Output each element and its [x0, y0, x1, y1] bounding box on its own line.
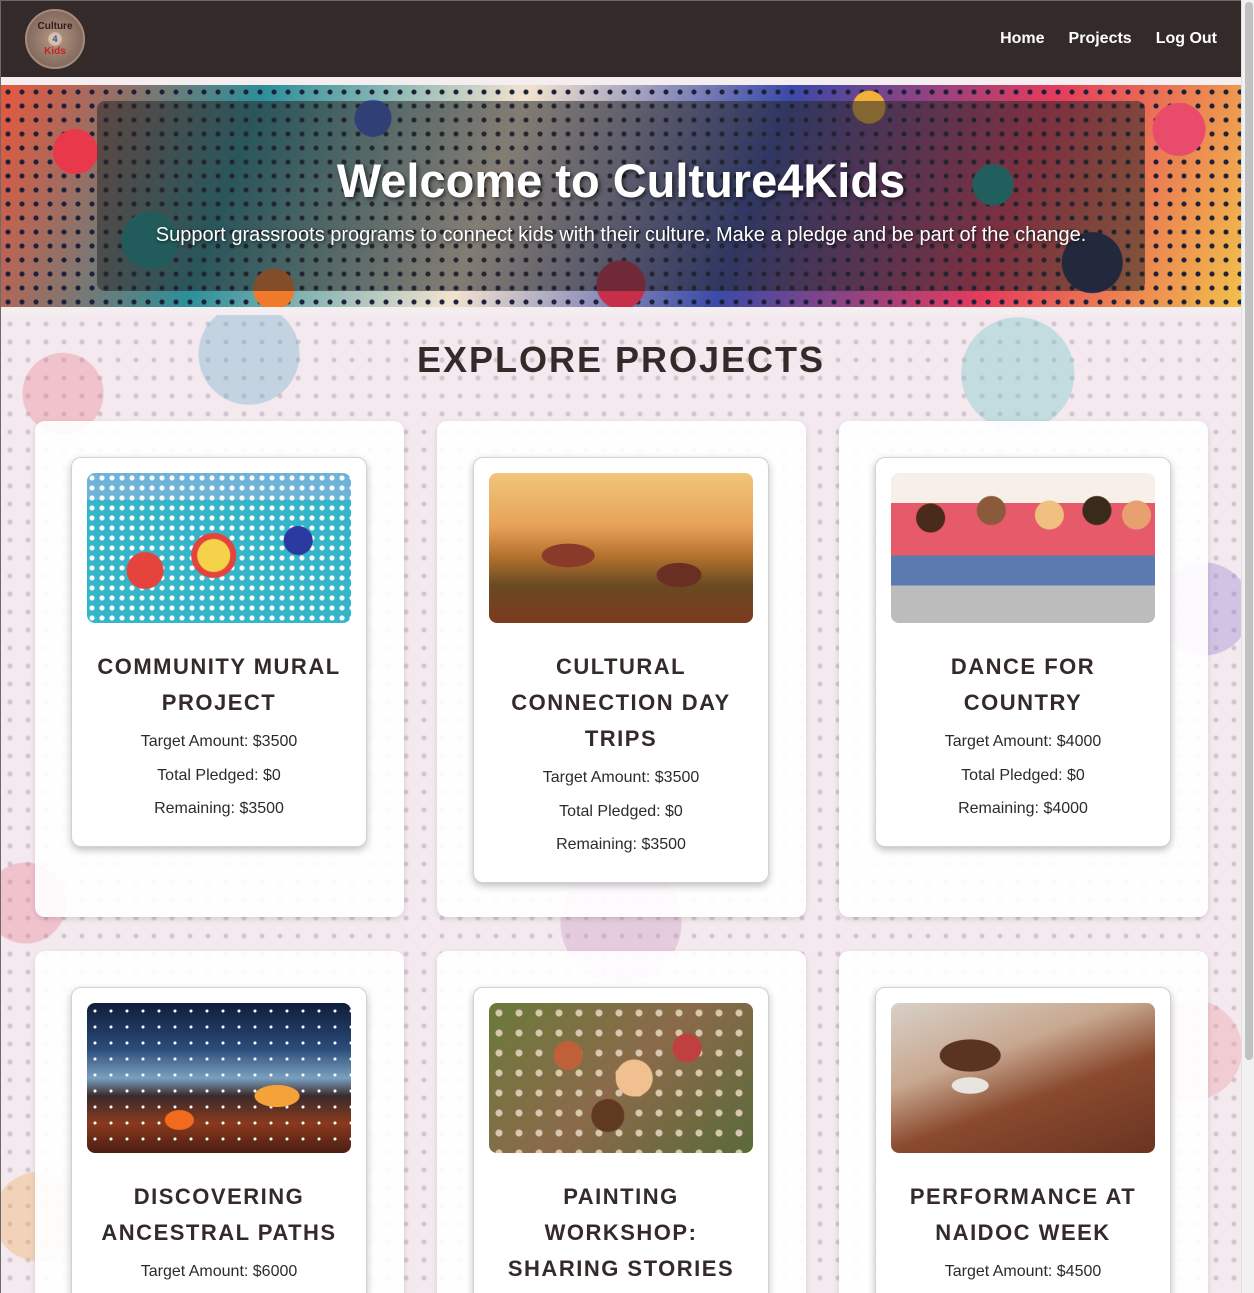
- navbar: Culture 4 Kids Home Projects Log Out: [1, 1, 1241, 77]
- project-card[interactable]: DISCOVERING ANCESTRAL PATHS Target Amoun…: [35, 951, 404, 1293]
- project-card[interactable]: DANCE FOR COUNTRY Target Amount: $4000 T…: [839, 421, 1208, 917]
- project-title[interactable]: COMMUNITY MURAL PROJECT: [87, 649, 351, 721]
- project-title[interactable]: DISCOVERING ANCESTRAL PATHS: [87, 1179, 351, 1251]
- mural-image: [87, 473, 351, 623]
- target-amount: Target Amount: $4500: [944, 1263, 1102, 1280]
- remaining-amount: Remaining: $3500: [154, 800, 284, 817]
- project-card[interactable]: COMMUNITY MURAL PROJECT Target Amount: $…: [35, 421, 404, 917]
- remaining-amount: Remaining: $3500: [556, 836, 686, 853]
- projects-section: EXPLORE PROJECTS COMMUNITY MURAL PROJECT…: [1, 315, 1241, 1293]
- project-title[interactable]: CULTURAL CONNECTION DAY TRIPS: [489, 649, 753, 757]
- dance-image: [891, 473, 1155, 623]
- project-card-inner[interactable]: DANCE FOR COUNTRY Target Amount: $4000 T…: [875, 457, 1171, 847]
- target-amount: Target Amount: $3500: [140, 733, 298, 750]
- logo-text-culture: Culture: [37, 21, 73, 32]
- hero-title: Welcome to Culture4Kids: [336, 154, 906, 207]
- target-amount: Target Amount: $6000: [140, 1263, 298, 1280]
- project-card[interactable]: CULTURAL CONNECTION DAY TRIPS Target Amo…: [437, 421, 806, 917]
- page-frame: Culture 4 Kids Home Projects Log Out Wel…: [0, 0, 1241, 1293]
- nav-link-logout[interactable]: Log Out: [1156, 30, 1217, 48]
- didgeridoo-image: [891, 1003, 1155, 1153]
- project-title[interactable]: PERFORMANCE AT NAIDOC WEEK: [891, 1179, 1155, 1251]
- project-card-inner[interactable]: PAINTING WORKSHOP: SHARING STORIES: [473, 987, 769, 1293]
- total-pledged: Total Pledged: $0: [961, 766, 1085, 784]
- project-card-inner[interactable]: PERFORMANCE AT NAIDOC WEEK Target Amount…: [875, 987, 1171, 1293]
- section-title: EXPLORE PROJECTS: [416, 339, 826, 380]
- scrollbar-thumb[interactable]: [1245, 2, 1253, 1060]
- target-amount: Target Amount: $4000: [944, 733, 1102, 750]
- project-card-inner[interactable]: CULTURAL CONNECTION DAY TRIPS Target Amo…: [473, 457, 769, 883]
- day-trip-image: [489, 473, 753, 623]
- scrollbar[interactable]: [1241, 0, 1254, 1293]
- total-pledged: Total Pledged: $0: [559, 802, 683, 820]
- nav-link-home[interactable]: Home: [1000, 30, 1044, 48]
- project-card[interactable]: PERFORMANCE AT NAIDOC WEEK Target Amount…: [839, 951, 1208, 1293]
- project-title[interactable]: DANCE FOR COUNTRY: [891, 649, 1155, 721]
- target-amount: Target Amount: $3500: [542, 769, 700, 786]
- hero-overlay: Welcome to Culture4Kids Support grassroo…: [97, 101, 1145, 291]
- hero-banner: Welcome to Culture4Kids Support grassroo…: [1, 85, 1241, 307]
- nav-link-projects[interactable]: Projects: [1069, 30, 1132, 48]
- project-card-inner[interactable]: COMMUNITY MURAL PROJECT Target Amount: $…: [71, 457, 367, 847]
- logo-text-kids: Kids: [44, 46, 66, 57]
- hero-subtitle: Support grassroots programs to connect k…: [155, 224, 1087, 246]
- painting-workshop-image: [489, 1003, 753, 1153]
- project-card-inner[interactable]: DISCOVERING ANCESTRAL PATHS Target Amoun…: [71, 987, 367, 1293]
- site-logo[interactable]: Culture 4 Kids: [25, 9, 85, 69]
- campfire-image: [87, 1003, 351, 1153]
- nav-links: Home Projects Log Out: [1000, 30, 1217, 48]
- project-title[interactable]: PAINTING WORKSHOP: SHARING STORIES: [489, 1179, 753, 1287]
- logo-text-4: 4: [48, 32, 62, 46]
- project-card[interactable]: PAINTING WORKSHOP: SHARING STORIES: [437, 951, 806, 1293]
- total-pledged: Total Pledged: $0: [157, 766, 281, 784]
- remaining-amount: Remaining: $4000: [958, 800, 1088, 817]
